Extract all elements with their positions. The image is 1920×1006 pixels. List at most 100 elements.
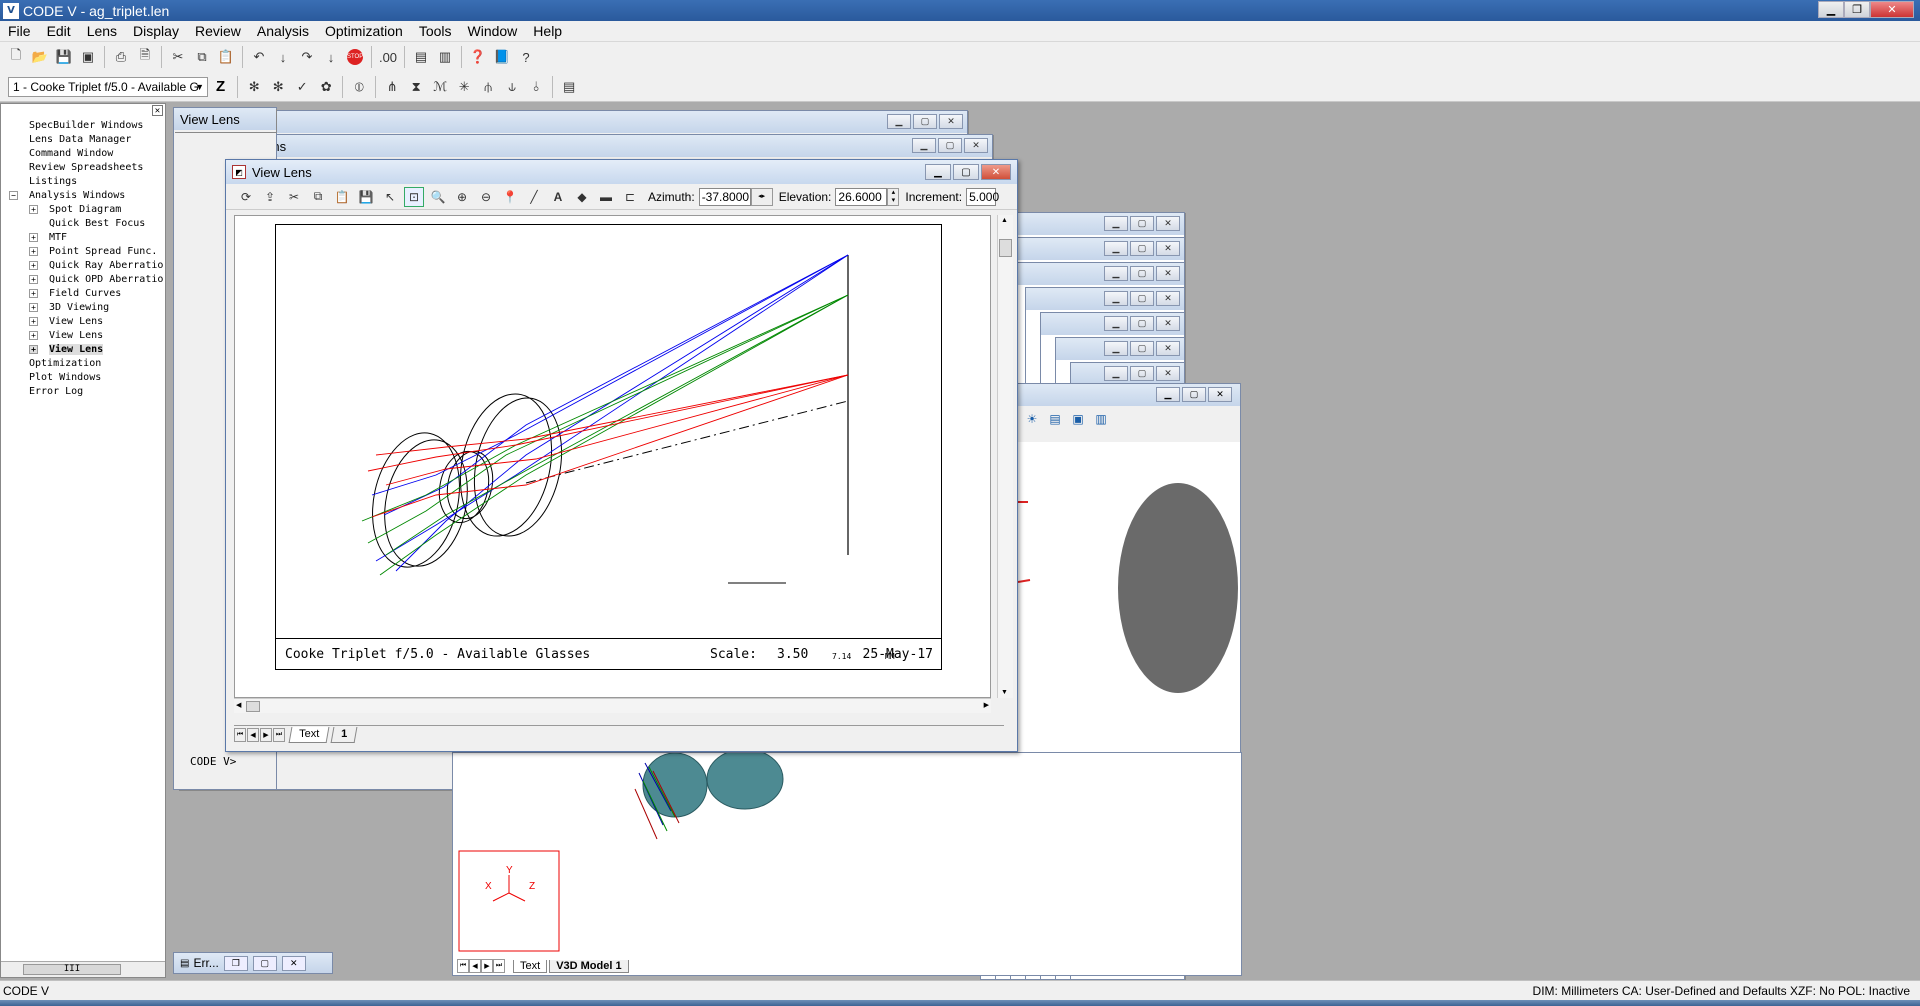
close-icon[interactable]: ✕ — [981, 164, 1011, 180]
expand-icon[interactable]: + — [29, 331, 38, 340]
close-icon[interactable]: ✕ — [1156, 316, 1180, 331]
zoom-z-label[interactable]: Z — [216, 78, 225, 95]
close-icon[interactable]: ✕ — [939, 114, 963, 129]
refresh-icon[interactable]: ⟳ — [236, 187, 256, 207]
spot-v12-icon[interactable]: ✻ — [244, 77, 264, 97]
tree-item[interactable]: Listings — [1, 175, 165, 189]
elevation-stepper[interactable]: ▴ ▾ — [887, 187, 900, 206]
copy-icon[interactable]: ⧉ — [308, 187, 328, 207]
maximize-icon[interactable]: ▢ — [1130, 316, 1154, 331]
tab-nav-next-icon[interactable]: ▶ — [260, 727, 272, 742]
expand-icon[interactable]: + — [29, 289, 38, 298]
maximize-icon[interactable]: ▢ — [1130, 266, 1154, 281]
maximize-icon[interactable]: ▢ — [1130, 241, 1154, 256]
opd-aberration-icon[interactable]: ⫝ — [502, 77, 522, 97]
stop-icon[interactable]: STOP — [345, 47, 365, 67]
maximize-icon[interactable]: ▢ — [1130, 341, 1154, 356]
increment-input[interactable]: 5.000 — [966, 187, 999, 206]
v3d-window-main[interactable]: Y X Z ⏮ ◀ ▶ ⏭ Text V3D Model 1 — [452, 748, 1242, 976]
render-mode-icon[interactable]: ▤ — [1045, 409, 1065, 429]
save-icon[interactable]: 💾 — [54, 47, 74, 67]
expand-icon[interactable]: + — [29, 317, 38, 326]
scroll-thumb[interactable]: III — [23, 964, 121, 975]
tree-item[interactable]: + View Lens — [1, 329, 165, 343]
maximize-icon[interactable]: ▢ — [1182, 387, 1206, 402]
text-tool-icon[interactable]: A — [548, 187, 568, 207]
field-curves-icon[interactable]: ⫰ — [526, 77, 546, 97]
tree-item[interactable]: Command Window — [1, 147, 165, 161]
cut-icon[interactable]: ✂ — [284, 187, 304, 207]
pin-icon[interactable]: 📍 — [500, 187, 520, 207]
light-icon[interactable]: ☀ — [1022, 409, 1042, 429]
maximize-icon[interactable]: ▢ — [938, 138, 962, 153]
expand-icon[interactable]: + — [29, 303, 38, 312]
close-icon[interactable]: ✕ — [1208, 387, 1232, 402]
tree-item[interactable]: + MTF — [1, 231, 165, 245]
render-solid-icon[interactable]: ▣ — [1068, 409, 1088, 429]
scroll-down-icon[interactable]: ▼ — [1001, 689, 1008, 696]
minimize-icon[interactable]: ▁ — [1104, 216, 1128, 231]
minimize-icon[interactable]: ▁ — [1104, 241, 1128, 256]
render-wire-icon[interactable]: ▥ — [1091, 409, 1111, 429]
menu-edit[interactable]: Edit — [39, 23, 79, 39]
expand-icon[interactable]: + — [29, 261, 38, 270]
scroll-up-icon[interactable]: ▲ — [1001, 217, 1008, 224]
tab-nav-first-icon[interactable]: ⏮ — [234, 727, 246, 742]
tab-nav-first-icon[interactable]: ⏮ — [457, 959, 469, 973]
menu-window[interactable]: Window — [460, 23, 526, 39]
zoom-1to1-icon[interactable]: 🔍 — [428, 187, 448, 207]
tree-item[interactable]: + View Lens — [1, 315, 165, 329]
tree-item[interactable]: Error Log — [1, 385, 165, 399]
listing-icon[interactable]: ▤ — [559, 77, 579, 97]
maximize-icon[interactable]: ▢ — [1130, 291, 1154, 306]
spot-diagram-icon[interactable]: ✳ — [454, 77, 474, 97]
minimize-icon[interactable]: ▁ — [1104, 291, 1128, 306]
undo-down-icon[interactable]: ↓ — [273, 47, 293, 67]
tree-item[interactable]: − Analysis Windows — [1, 189, 165, 203]
minimize-icon[interactable]: ▁ — [887, 114, 911, 129]
tab-nav-next-icon[interactable]: ▶ — [481, 959, 493, 973]
paste-icon[interactable]: 📋 — [216, 47, 236, 67]
tree-item[interactable]: + Point Spread Func. — [1, 245, 165, 259]
error-log-window[interactable]: ▤ Err... ❐ ▢ ✕ — [173, 952, 333, 974]
azimuth-input[interactable]: -37.8000 — [698, 187, 751, 206]
tree-item[interactable]: Plot Windows — [1, 371, 165, 385]
tree-item[interactable]: + View Lens — [1, 343, 165, 357]
azimuth-stepper[interactable]: ◂▸ — [750, 187, 773, 206]
print-preview-icon[interactable]: 🗎 — [135, 47, 155, 67]
tab-text[interactable]: Text — [513, 959, 548, 973]
close-icon[interactable]: ✕ — [1870, 1, 1914, 18]
menu-file[interactable]: File — [0, 23, 39, 39]
menu-analysis[interactable]: Analysis — [249, 23, 317, 39]
plot-area[interactable]: 7.14 MM Cooke Triplet f/5.0 - Available … — [234, 215, 991, 698]
measure-icon[interactable]: ⊏ — [620, 187, 640, 207]
minimize-icon[interactable]: ▁ — [912, 138, 936, 153]
tree-item[interactable]: + Quick OPD Aberratio — [1, 273, 165, 287]
close-icon[interactable]: ✕ — [1156, 291, 1180, 306]
save-as-icon[interactable]: ▣ — [78, 47, 98, 67]
expand-icon[interactable]: + — [29, 345, 38, 354]
print-icon[interactable]: ⎙ — [111, 47, 131, 67]
minimize-icon[interactable]: ▁ — [1156, 387, 1180, 402]
decimal-format-icon[interactable]: .00 — [378, 47, 398, 67]
undo-icon[interactable]: ↶ — [249, 47, 269, 67]
view-lens-window[interactable]: ◩ View Lens ▁ ▢ ✕ ⟳ ⇪ ✂ ⧉ 📋 💾 ↖ ⊡ 🔍 ⊕ ⊖ … — [225, 159, 1018, 752]
help-context-icon[interactable]: ❓ — [468, 47, 488, 67]
codev-app-icon[interactable]: V — [3, 2, 19, 19]
spot-field-icon[interactable]: ✿ — [316, 77, 336, 97]
minimize-icon[interactable]: ▁ — [925, 164, 951, 180]
zoom-fit-icon[interactable]: ⊡ — [404, 186, 424, 207]
restore-icon[interactable]: ❐ — [1844, 1, 1870, 18]
tree-item[interactable]: +3D Viewing — [1, 301, 165, 315]
redo-icon[interactable]: ↷ — [297, 47, 317, 67]
close-icon[interactable]: ✕ — [1156, 266, 1180, 281]
eraser-icon[interactable]: ◆ — [572, 187, 592, 207]
tree-item[interactable]: + Spot Diagram — [1, 203, 165, 217]
menu-lens[interactable]: Lens — [79, 23, 125, 39]
minimize-icon[interactable]: ▁ — [1104, 316, 1128, 331]
close-icon[interactable]: ✕ — [1156, 341, 1180, 356]
maximize-icon[interactable]: ▢ — [1130, 366, 1154, 381]
save-icon[interactable]: 💾 — [356, 187, 376, 207]
tab-plot-1[interactable]: 1 — [330, 726, 358, 743]
lens-element-icon[interactable]: ⦶ — [349, 77, 369, 97]
